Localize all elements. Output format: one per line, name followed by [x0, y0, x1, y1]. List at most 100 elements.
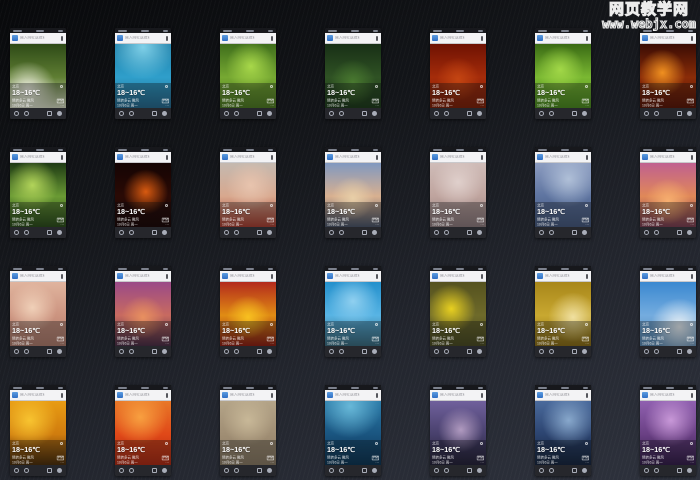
phone-card-dusk-sea[interactable]: 输入网址或搜索 北京 18~16℃ 晴转多云 微风 PM 10月6日 周一 ··… [325, 147, 381, 238]
browser-logo-icon [222, 154, 228, 160]
phone-card-magenta-sunset-sea[interactable]: 输入网址或搜索 北京 18~16℃ 晴转多云 微风 PM 10月6日 周一 ··… [640, 147, 696, 238]
search-icon [539, 349, 544, 354]
pm-badge: PM [372, 336, 379, 340]
tabs-icon [677, 468, 682, 473]
weather-temp: 18~16℃ [117, 208, 164, 215]
carrier-text [118, 387, 127, 389]
time-text [141, 30, 149, 32]
search-bar: 输入网址或搜索 [115, 271, 171, 282]
bottom-toolbar [430, 465, 486, 476]
tabs-icon [677, 230, 682, 235]
refresh-icon [480, 442, 483, 445]
bottom-toolbar [535, 465, 591, 476]
phone-card-milkyway-blue[interactable]: 输入网址或搜索 北京 18~16℃ 晴转多云 微风 PM 10月6日 周一 ··… [535, 385, 591, 476]
weather-date: 10月6日 周一 [117, 104, 138, 107]
weather-date: 10月6日 周一 [642, 342, 663, 345]
phone-card-fresh-green-leaves[interactable]: 输入网址或搜索 北京 18~16℃ 晴转多云 微风 PM 10月6日 周一 ··… [535, 28, 591, 119]
weather-temp: 18~16℃ [222, 89, 269, 96]
battery-icon [373, 149, 378, 151]
phone-card-orange-tulip-field[interactable]: 输入网址或搜索 北京 18~16℃ 晴转多云 微风 PM 10月6日 周一 ··… [10, 385, 66, 476]
search-bar: 输入网址或搜索 [220, 152, 276, 163]
battery-icon [688, 149, 693, 151]
search-icon [434, 111, 439, 116]
refresh-icon [270, 85, 273, 88]
pagination-dots: ··· [585, 104, 589, 106]
phone-card-red-gradient[interactable]: 输入网址或搜索 北京 18~16℃ 晴转多云 微风 PM 10月6日 周一 ··… [430, 28, 486, 119]
mic-icon [691, 36, 693, 41]
browser-logo-icon [222, 392, 228, 398]
weather-desc: 晴转多云 微风 [432, 218, 454, 221]
phone-card-sky-white-clouds[interactable]: 输入网址或搜索 北京 18~16℃ 晴转多云 微风 PM 10月6日 周一 ··… [640, 266, 696, 357]
history-icon [234, 349, 239, 354]
phone-card-violet-dusk-sea[interactable]: 输入网址或搜索 北京 18~16℃ 晴转多云 微风 PM 10月6日 周一 ··… [115, 266, 171, 357]
phone-card-sand-footprint[interactable]: 输入网址或搜索 北京 18~16℃ 晴转多云 微风 PM 10月6日 周一 ··… [220, 385, 276, 476]
phone-card-tulip-stamens[interactable]: 输入网址或搜索 北京 18~16℃ 晴转多云 微风 PM 10月6日 周一 ··… [220, 266, 276, 357]
weather-overlay: 北京 18~16℃ 晴转多云 微风 PM 10月6日 周一 ··· [325, 202, 381, 227]
phone-card-baby-portrait[interactable]: 输入网址或搜索 北京 18~16℃ 晴转多云 微风 PM 10月6日 周一 ··… [220, 147, 276, 238]
refresh-icon [480, 85, 483, 88]
phone-card-blue-mist-mountain[interactable]: 输入网址或搜索 北京 18~16℃ 晴转多云 微风 PM 10月6日 周一 ··… [535, 147, 591, 238]
phone-card-deep-sea-rays[interactable]: 输入网址或搜索 北京 18~16℃ 晴转多云 微风 PM 10月6日 周一 ··… [325, 385, 381, 476]
weather-temp: 18~16℃ [222, 208, 269, 215]
mic-icon [271, 155, 273, 160]
phone-card-lighthouse-sunset[interactable]: 输入网址或搜索 北京 18~16℃ 晴转多云 微风 PM 10月6日 周一 ··… [10, 266, 66, 357]
phone-card-green-aurora[interactable]: 输入网址或搜索 北京 18~16℃ 晴转多云 微风 PM 10月6日 周一 ··… [10, 147, 66, 238]
pagination-dots: ··· [165, 461, 169, 463]
weather-temp: 18~16℃ [327, 446, 374, 453]
wallpaper: 北京 18~16℃ 晴转多云 微风 PM 10月6日 周一 ··· [640, 282, 696, 346]
search-placeholder: 输入网址或搜索 [545, 393, 569, 397]
phone-card-red-tulip-closeup[interactable]: 输入网址或搜索 北京 18~16℃ 晴转多云 微风 PM 10月6日 周一 ··… [115, 385, 171, 476]
profile-icon [477, 111, 482, 116]
wallpaper: 北京 18~16℃ 晴转多云 微风 PM 10月6日 周一 ··· [535, 401, 591, 465]
phone-card-orange-bokeh[interactable]: 输入网址或搜索 北京 18~16℃ 晴转多云 微风 PM 10月6日 周一 ··… [640, 28, 696, 119]
refresh-icon [165, 204, 168, 207]
carrier-text [433, 387, 442, 389]
mic-icon [376, 274, 378, 279]
pm-badge: PM [267, 336, 274, 340]
search-placeholder: 输入网址或搜索 [545, 36, 569, 40]
phone-card-golden-blur-flower[interactable]: 输入网址或搜索 北京 18~16℃ 晴转多云 微风 PM 10月6日 周一 ··… [535, 266, 591, 357]
wallpaper: 北京 18~16℃ 晴转多云 微风 PM 10月6日 周一 ··· [220, 163, 276, 227]
phone-card-blue-sky-sea[interactable]: 输入网址或搜索 北京 18~16℃ 晴转多云 微风 PM 10月6日 周一 ··… [325, 266, 381, 357]
weather-temp: 18~16℃ [642, 208, 689, 215]
time-text [561, 387, 569, 389]
phone-card-underwater-light[interactable]: 输入网址或搜索 北京 18~16℃ 晴转多云 微风 PM 10月6日 周一 ··… [115, 28, 171, 119]
tabs-icon [47, 349, 52, 354]
browser-logo-icon [642, 273, 648, 279]
phone-card-dandelion[interactable]: 输入网址或搜索 北京 18~16℃ 晴转多云 微风 PM 10月6日 周一 ··… [430, 266, 486, 357]
weather-overlay: 北京 18~16℃ 晴转多云 微风 PM 10月6日 周一 ··· [220, 321, 276, 346]
time-text [351, 268, 359, 270]
search-bar: 输入网址或搜索 [325, 33, 381, 44]
profile-icon [477, 349, 482, 354]
battery-icon [268, 387, 273, 389]
wallpaper: 北京 18~16℃ 晴转多云 微风 PM 10月6日 周一 ··· [115, 163, 171, 227]
phone-card-white-flower-green[interactable]: 输入网址或搜索 北京 18~16℃ 晴转多云 微风 PM 10月6日 周一 ··… [10, 28, 66, 119]
weather-date: 10月6日 周一 [117, 342, 138, 345]
browser-logo-icon [12, 392, 18, 398]
history-icon [444, 468, 449, 473]
wallpaper: 北京 18~16℃ 晴转多云 微风 PM 10月6日 周一 ··· [115, 401, 171, 465]
battery-icon [478, 149, 483, 151]
history-icon [24, 111, 29, 116]
search-bar: 输入网址或搜索 [115, 33, 171, 44]
pm-badge: PM [162, 98, 169, 102]
pm-badge: PM [687, 336, 694, 340]
battery-icon [478, 30, 483, 32]
search-bar: 输入网址或搜索 [220, 271, 276, 282]
weather-date: 10月6日 周一 [117, 461, 138, 464]
weather-temp: 18~16℃ [642, 327, 689, 334]
phone-card-dark-forest[interactable]: 输入网址或搜索 北京 18~16℃ 晴转多云 微风 PM 10月6日 周一 ··… [325, 28, 381, 119]
search-bar: 输入网址或搜索 [640, 390, 696, 401]
phone-card-red-lanterns[interactable]: 输入网址或搜索 北京 18~16℃ 晴转多云 微风 PM 10月6日 周一 ··… [115, 147, 171, 238]
phone-card-galaxy-violet[interactable]: 输入网址或搜索 北京 18~16℃ 晴转多云 微风 PM 10月6日 周一 ··… [640, 385, 696, 476]
phone-card-maple-leaves[interactable]: 输入网址或搜索 北京 18~16℃ 晴转多云 微风 PM 10月6日 周一 ··… [220, 28, 276, 119]
time-text [351, 387, 359, 389]
weather-desc: 晴转多云 微风 [222, 218, 244, 221]
profile-icon [372, 230, 377, 235]
phone-card-milkyway-purple[interactable]: 输入网址或搜索 北京 18~16℃ 晴转多云 微风 PM 10月6日 周一 ··… [430, 385, 486, 476]
mic-icon [271, 393, 273, 398]
phone-card-pink-mist-mountain[interactable]: 输入网址或搜索 北京 18~16℃ 晴转多云 微风 PM 10月6日 周一 ··… [430, 147, 486, 238]
weather-overlay: 北京 18~16℃ 晴转多云 微风 PM 10月6日 周一 ··· [220, 440, 276, 465]
weather-temp: 18~16℃ [327, 208, 374, 215]
refresh-icon [60, 323, 63, 326]
